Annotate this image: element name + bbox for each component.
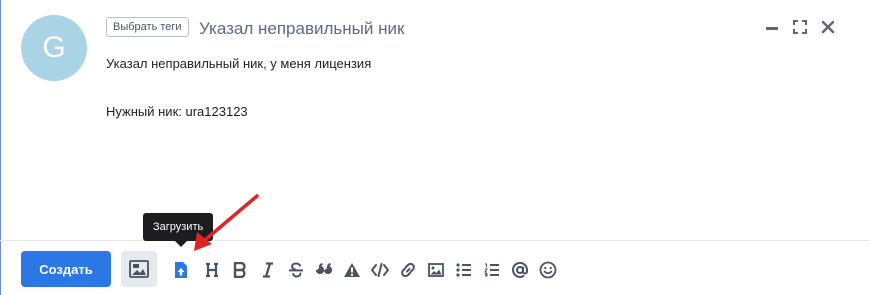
minimize-button[interactable] xyxy=(758,15,786,39)
ticket-subject: Указал неправильный ник xyxy=(199,19,405,38)
code-icon xyxy=(371,263,389,277)
link-button[interactable] xyxy=(397,259,419,281)
heading-button[interactable] xyxy=(201,259,223,281)
image-button[interactable] xyxy=(425,259,447,281)
tooltip-tail xyxy=(175,241,187,247)
message-body-line[interactable]: Указал неправильный ник, у меня лицензия xyxy=(106,55,371,73)
media-gallery-button[interactable] xyxy=(121,251,157,287)
window-controls xyxy=(758,15,842,39)
warning-icon xyxy=(344,263,360,277)
bold-icon xyxy=(233,262,246,278)
numbered-list-icon xyxy=(484,263,499,277)
warning-button[interactable] xyxy=(341,259,363,281)
mention-button[interactable] xyxy=(509,259,531,281)
strikethrough-button[interactable] xyxy=(285,259,307,281)
fullscreen-button[interactable] xyxy=(786,15,814,39)
panel-left-border xyxy=(0,0,1,295)
fullscreen-icon xyxy=(793,20,807,34)
emoji-icon xyxy=(539,261,557,279)
message-body-line[interactable]: Нужный ник: ura123123 xyxy=(106,103,248,121)
image-icon xyxy=(428,263,444,277)
bullet-list-icon xyxy=(456,263,471,277)
close-button[interactable] xyxy=(814,15,842,39)
upload-icon xyxy=(175,262,187,278)
image-gallery-icon xyxy=(129,260,149,278)
strikethrough-icon xyxy=(289,262,303,278)
quote-button[interactable] xyxy=(313,259,335,281)
italic-button[interactable] xyxy=(257,259,279,281)
upload-tooltip: Загрузить xyxy=(143,213,214,241)
mention-icon xyxy=(512,261,529,278)
select-tags-button[interactable]: Выбрать теги xyxy=(106,17,189,37)
bullet-list-button[interactable] xyxy=(453,259,475,281)
numbered-list-button[interactable] xyxy=(481,259,503,281)
heading-icon xyxy=(206,262,218,278)
avatar-letter: G xyxy=(42,31,66,64)
emoji-button[interactable] xyxy=(537,259,559,281)
minimize-icon xyxy=(766,27,778,30)
ticket-reply-panel: G Выбрать теги Указал неправильный ник У… xyxy=(0,0,869,295)
quote-icon xyxy=(316,263,332,275)
upload-button[interactable] xyxy=(170,259,192,281)
close-icon xyxy=(821,20,835,34)
toolbar-divider xyxy=(0,240,869,241)
select-tags-label: Выбрать теги xyxy=(113,21,182,33)
create-button[interactable]: Создать xyxy=(21,251,111,287)
bold-button[interactable] xyxy=(229,259,251,281)
link-icon xyxy=(401,262,415,278)
code-button[interactable] xyxy=(369,259,391,281)
avatar: G xyxy=(21,15,87,81)
italic-icon xyxy=(263,262,273,278)
